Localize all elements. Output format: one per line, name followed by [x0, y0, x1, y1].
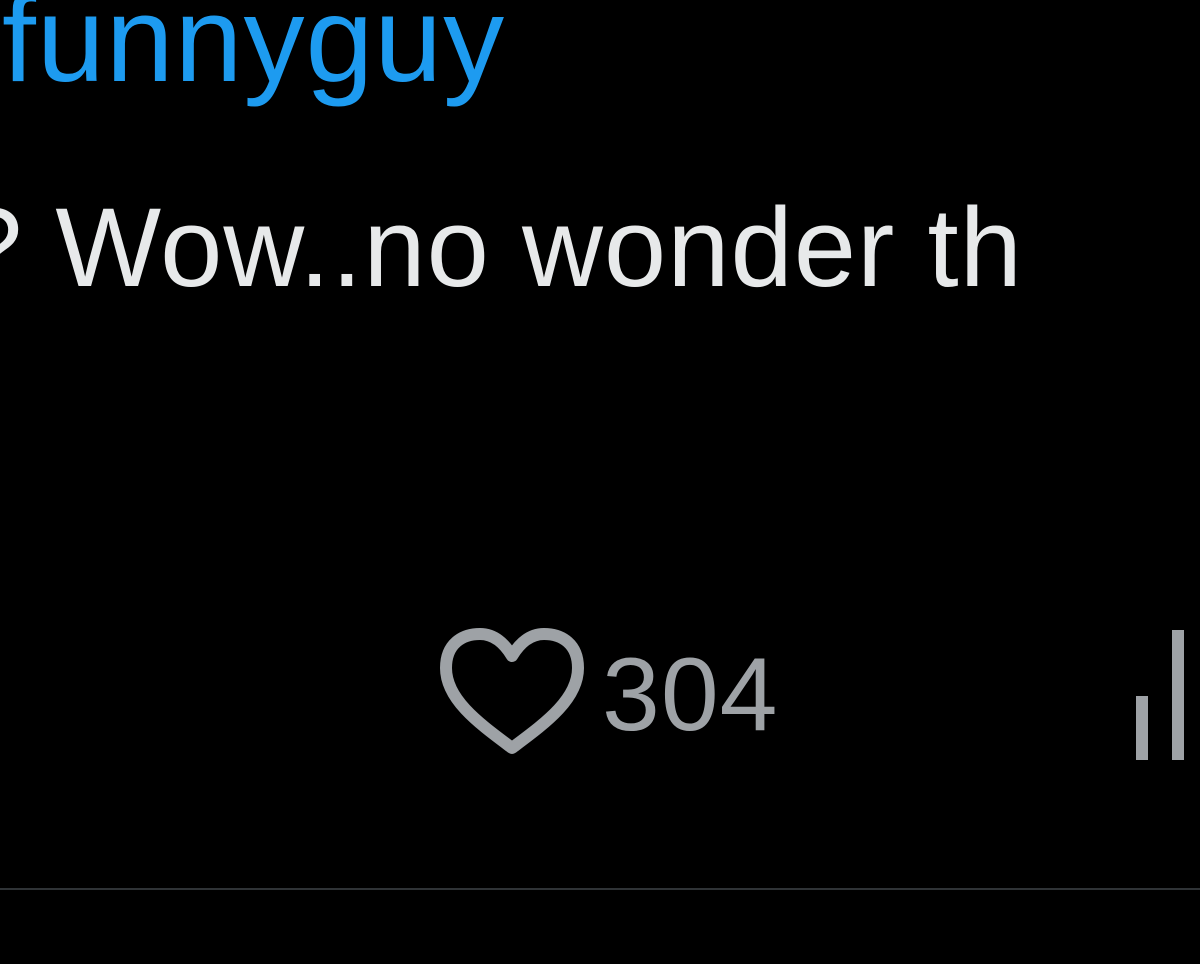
- post-text: ? Wow..no wonder th: [0, 185, 1023, 310]
- tweet-divider: [0, 888, 1200, 890]
- bar-chart-icon[interactable]: [1128, 626, 1200, 762]
- like-count: 304: [602, 637, 779, 753]
- tweet-screen: funnyguy ? Wow..no wonder th 304: [0, 0, 1200, 964]
- heart-icon: [440, 628, 584, 754]
- like-button[interactable]: 304: [432, 620, 779, 770]
- mention-link[interactable]: funnyguy: [2, 0, 505, 100]
